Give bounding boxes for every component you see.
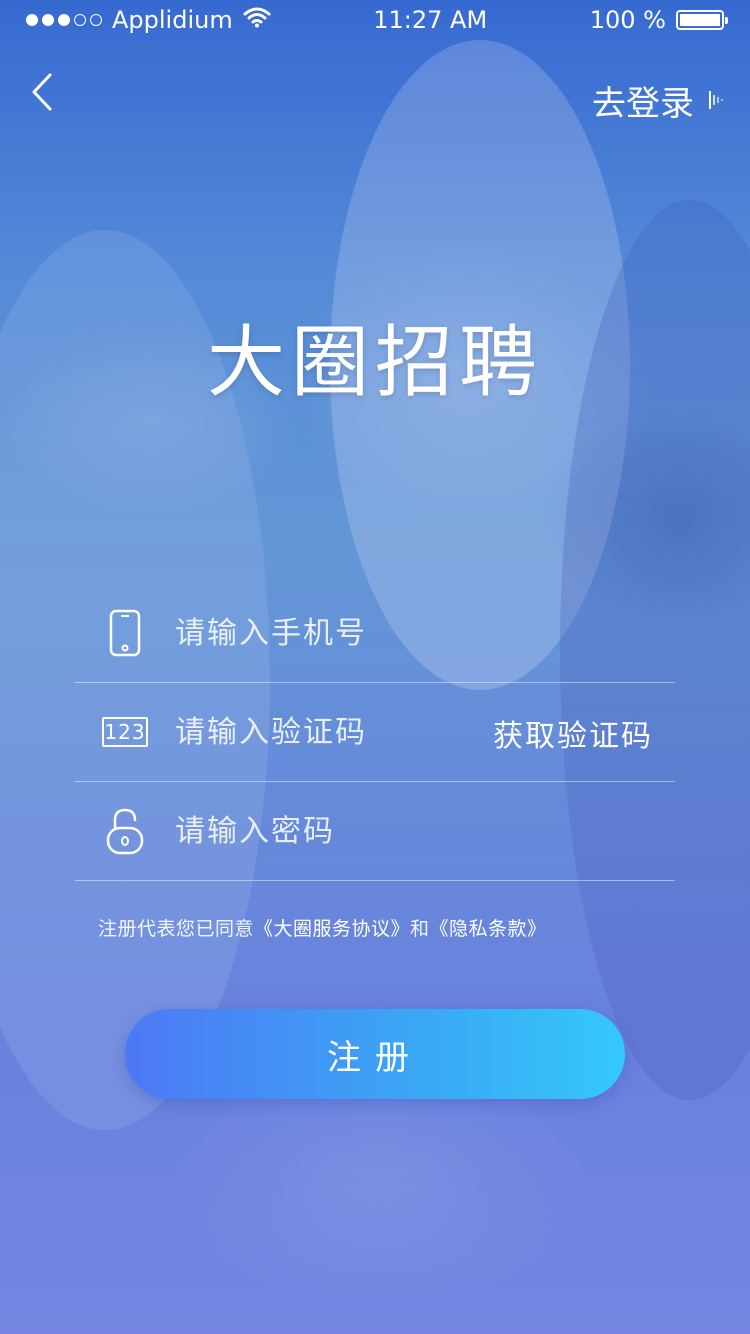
password-input[interactable]	[175, 801, 675, 861]
back-button[interactable]	[22, 68, 62, 116]
agreement-prefix: 注册代表您已同意	[98, 918, 255, 940]
battery-icon	[675, 10, 728, 30]
status-bar: Applidium 11:27 AM 100 %	[0, 0, 750, 40]
signal-dot-empty	[90, 14, 102, 26]
code-field-row: 123 获取验证码	[75, 683, 675, 782]
phone-icon	[75, 603, 175, 663]
status-right: 100 %	[589, 6, 728, 34]
agreement-conjunction: 和	[410, 918, 430, 940]
status-time: 11:27 AM	[373, 6, 488, 34]
go-login-label: 去登录	[592, 83, 694, 124]
carrier-name: Applidium	[112, 6, 233, 34]
register-button[interactable]: 注册	[125, 1009, 625, 1099]
status-left: Applidium	[26, 6, 271, 34]
signal-strength-icon	[26, 14, 102, 26]
agreement-text: 注册代表您已同意《大圈服务协议》和《隐私条款》	[98, 914, 547, 941]
number-123-icon: 123	[75, 702, 175, 762]
signal-dot	[26, 14, 38, 26]
app-title: 大圈招聘	[206, 318, 543, 408]
get-code-button[interactable]: 获取验证码	[493, 683, 653, 782]
phone-input[interactable]	[175, 603, 675, 663]
password-field-row	[75, 782, 675, 881]
sound-wave-icon	[709, 91, 723, 109]
lock-icon	[75, 801, 175, 861]
wifi-icon	[243, 6, 271, 34]
number-123-icon-box: 123	[102, 717, 148, 747]
register-form: 123 获取验证码	[75, 584, 675, 881]
signal-dot	[42, 14, 54, 26]
service-terms-link[interactable]: 《大圈服务协议》	[254, 918, 410, 940]
signal-dot	[58, 14, 70, 26]
signal-dot-empty	[74, 14, 86, 26]
battery-fill	[679, 14, 720, 26]
chevron-left-icon	[32, 73, 52, 111]
go-login-button[interactable]: 去登录	[592, 78, 724, 124]
battery-percentage: 100 %	[589, 6, 666, 34]
privacy-terms-link[interactable]: 《隐私条款》	[430, 918, 547, 940]
phone-field-row	[75, 584, 675, 683]
